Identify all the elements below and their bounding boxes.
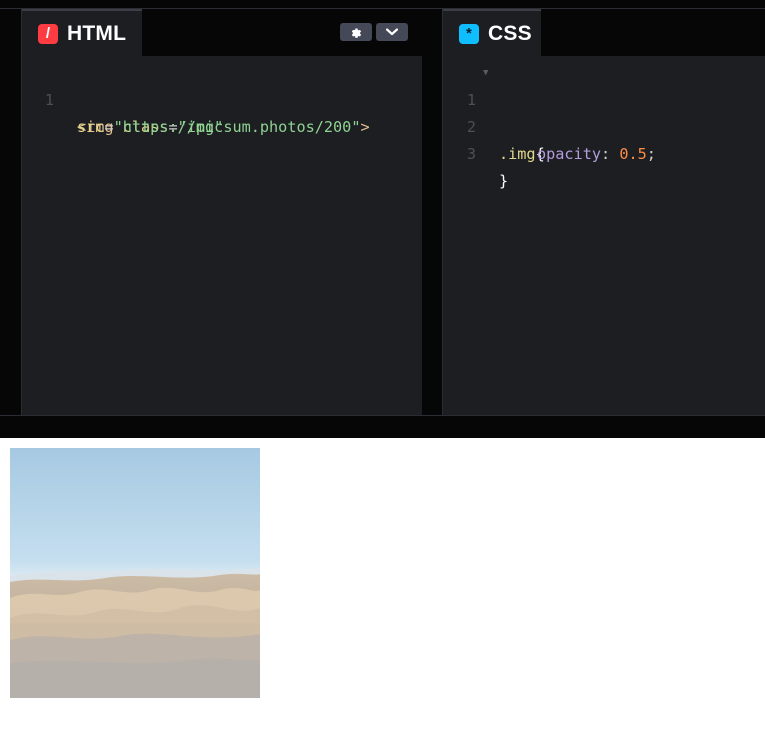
- fold-arrow-icon[interactable]: ▼: [483, 60, 488, 87]
- slash-icon: /: [38, 23, 58, 44]
- string-token: "https://picsum.photos/200": [113, 118, 361, 136]
- gear-icon: [351, 28, 362, 38]
- css-code: 1 ▼ .img{ 2 opacity: 0.5; 3 }: [443, 60, 765, 190]
- code-line: 2 opacity: 0.5;: [443, 87, 765, 163]
- attr-token: src: [77, 118, 105, 136]
- css-editor-pane: * CSS 1 ▼ .img{ 2 opacity: 0.5; 3 }: [442, 9, 765, 415]
- html-editor-pane: / HTML 1 <img class="img" src="https://p…: [21, 9, 422, 415]
- result-preview: [0, 438, 765, 737]
- line-number: 3: [466, 145, 476, 163]
- code-text: }: [499, 168, 508, 195]
- settings-button[interactable]: [340, 23, 372, 41]
- html-tab[interactable]: / HTML: [22, 9, 142, 56]
- code-line: 3 }: [443, 114, 765, 190]
- landscape-photo: [10, 448, 260, 698]
- chevron-down-icon: [386, 28, 398, 36]
- property-token: opacity: [537, 145, 602, 163]
- code-line: 1 <img class="img": [22, 60, 422, 136]
- code-text: src="https://picsum.photos/200">: [77, 114, 370, 141]
- semicolon-token: ;: [646, 145, 656, 163]
- editor-area: / HTML 1 <img class="img" src="https://p…: [0, 0, 765, 438]
- code-line: 1 ▼ .img{: [443, 60, 765, 163]
- tag-token: >: [360, 118, 370, 136]
- html-code: 1 <img class="img" src="https://picsum.p…: [22, 60, 422, 136]
- code-line-wrapped: src="https://picsum.photos/200">: [22, 87, 422, 136]
- colon-token: :: [601, 145, 611, 163]
- asterisk-icon: *: [459, 23, 479, 44]
- landscape-image: [10, 448, 260, 698]
- css-tab-label: CSS: [488, 21, 532, 45]
- css-code-editor[interactable]: 1 ▼ .img{ 2 opacity: 0.5; 3 }: [443, 56, 765, 415]
- number-token: 0.5: [619, 145, 647, 163]
- css-tab[interactable]: * CSS: [443, 9, 541, 56]
- html-pane-tools: [340, 23, 408, 41]
- collapse-button[interactable]: [376, 23, 408, 41]
- brace-token: }: [499, 172, 509, 190]
- equals-token: =: [104, 118, 114, 136]
- html-tab-label: HTML: [67, 21, 127, 45]
- resize-handle[interactable]: [0, 415, 765, 416]
- html-code-editor[interactable]: 1 <img class="img" src="https://picsum.p…: [22, 56, 422, 415]
